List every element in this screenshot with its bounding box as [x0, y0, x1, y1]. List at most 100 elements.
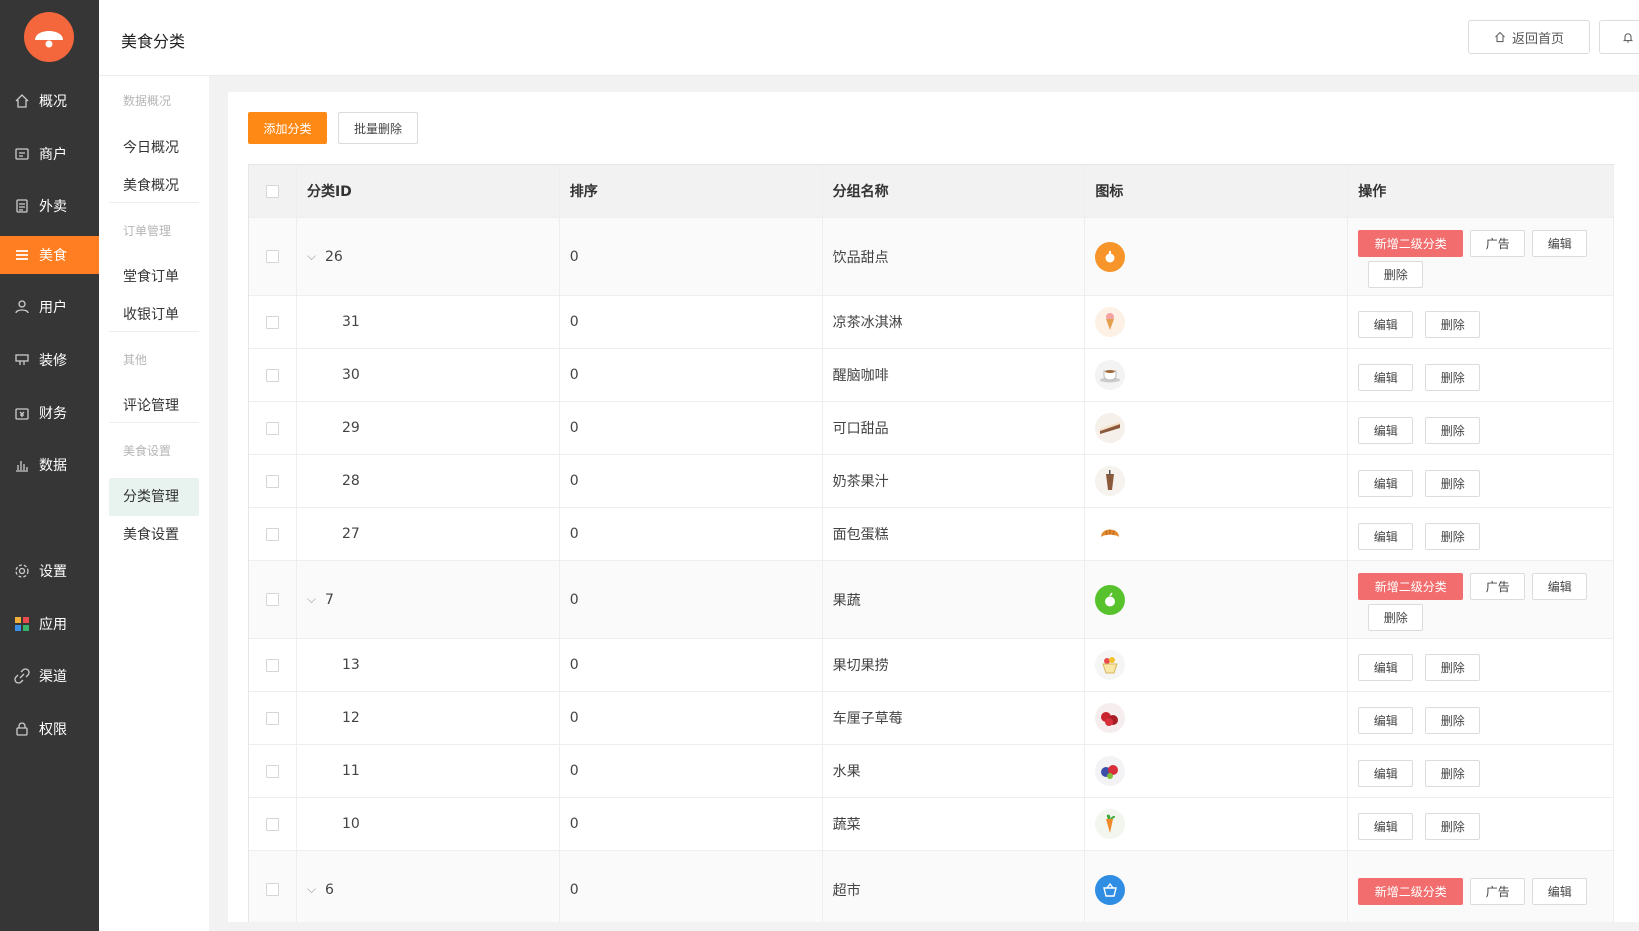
- bell-icon: [1622, 32, 1634, 43]
- secondary-sidebar: 数据概况 今日概况 美食概况 订单管理 堂食订单 收银订单 其他 评论管理 美食…: [99, 76, 209, 931]
- add-category-button[interactable]: 添加分类: [248, 112, 327, 144]
- id-cell: 13: [297, 639, 560, 691]
- chevron-down-icon[interactable]: ⌵: [307, 249, 317, 264]
- category-table: 分类ID 排序 分组名称 图标 操作 ⌵ 26 0 饮品甜点 新增二级分类 广告 …: [248, 164, 1615, 922]
- nav-item-users[interactable]: 用户: [0, 288, 99, 326]
- edit-button[interactable]: 编辑: [1358, 310, 1414, 338]
- row-checkbox[interactable]: [265, 883, 279, 896]
- subnav-item-food-overview[interactable]: 美食概况: [109, 167, 199, 205]
- edit-button[interactable]: 编辑: [1358, 759, 1414, 787]
- subnav-divider: [109, 331, 199, 332]
- brand-logo[interactable]: [24, 12, 74, 62]
- row-checkbox[interactable]: [265, 474, 279, 488]
- row-checkbox[interactable]: [265, 421, 279, 435]
- name-cell: 凉茶冰淇淋: [823, 296, 1086, 348]
- top-bar: 美食分类 返回首页: [99, 0, 1639, 76]
- edit-button[interactable]: 编辑: [1532, 878, 1588, 905]
- edit-button[interactable]: 编辑: [1532, 229, 1588, 257]
- row-checkbox[interactable]: [265, 817, 279, 831]
- subnav-item-reviews[interactable]: 评论管理: [109, 387, 199, 425]
- delete-button[interactable]: 删除: [1425, 310, 1481, 338]
- nav-item-overview[interactable]: 概况: [0, 82, 99, 120]
- main-content: 添加分类 批量删除 分类ID 排序 分组名称 图标 操作 ⌵ 26 0 饮品甜点 …: [228, 92, 1639, 922]
- nav-item-takeout[interactable]: 外卖: [0, 187, 99, 225]
- column-header: 操作: [1348, 165, 1615, 217]
- nav-item-apps[interactable]: 应用: [0, 605, 99, 643]
- edit-button[interactable]: 编辑: [1532, 572, 1588, 600]
- notification-button[interactable]: [1599, 20, 1639, 54]
- row-checkbox[interactable]: [265, 764, 279, 778]
- table-row: ⌵ 7 0 果蔬 新增二级分类 广告 编辑 删除: [249, 561, 1615, 639]
- sort-cell: 0: [560, 218, 823, 295]
- edit-button[interactable]: 编辑: [1358, 363, 1414, 391]
- nav-label: 美食: [39, 248, 67, 264]
- nav-item-channel[interactable]: 渠道: [0, 657, 99, 695]
- row-checkbox[interactable]: [265, 315, 279, 329]
- subnav-item-today[interactable]: 今日概况: [109, 129, 199, 167]
- row-checkbox[interactable]: [265, 593, 279, 606]
- row-checkbox[interactable]: [265, 368, 279, 382]
- delete-button[interactable]: 删除: [1425, 522, 1481, 550]
- row-checkbox[interactable]: [265, 250, 279, 263]
- store-icon: [15, 148, 29, 160]
- category-id: 13: [341, 657, 360, 673]
- edit-button[interactable]: 编辑: [1358, 416, 1414, 444]
- document-icon: [16, 199, 28, 213]
- ad-button[interactable]: 广告: [1470, 878, 1526, 905]
- row-checkbox[interactable]: [265, 711, 279, 725]
- edit-button[interactable]: 编辑: [1358, 812, 1414, 840]
- batch-delete-button[interactable]: 批量删除: [338, 112, 418, 144]
- row-checkbox[interactable]: [265, 527, 279, 541]
- nav-item-permission[interactable]: 权限: [0, 710, 99, 748]
- edit-button[interactable]: 编辑: [1358, 469, 1414, 497]
- primary-sidebar: 概况 商户 外卖 美食 用户 装修 财务 数据 设置 应用 渠道 权限: [0, 0, 99, 931]
- delete-button[interactable]: 删除: [1425, 469, 1481, 497]
- category-id: 28: [341, 473, 360, 489]
- add-subcategory-button[interactable]: 新增二级分类: [1358, 878, 1464, 905]
- subnav-item-category[interactable]: 分类管理: [109, 478, 199, 516]
- chevron-down-icon[interactable]: ⌵: [307, 882, 317, 897]
- subnav-item-dine-orders[interactable]: 堂食订单: [109, 258, 199, 296]
- table-row: 10 0 蔬菜 编辑 删除: [249, 798, 1615, 851]
- fruit-icon: [1095, 756, 1126, 786]
- row-checkbox[interactable]: [265, 658, 279, 672]
- delete-button[interactable]: 删除: [1425, 706, 1481, 734]
- nav-item-merchant[interactable]: 商户: [0, 135, 99, 173]
- basket-icon: [1095, 874, 1126, 905]
- table-row: 29 0 可口甜品 编辑 删除: [249, 402, 1615, 455]
- id-cell: 28: [297, 455, 560, 507]
- select-all-checkbox[interactable]: [265, 184, 279, 198]
- chevron-down-icon[interactable]: ⌵: [307, 592, 317, 607]
- nav-item-settings[interactable]: 设置: [0, 552, 99, 590]
- nav-item-decoration[interactable]: 装修: [0, 341, 99, 379]
- icon-cell: [1085, 455, 1349, 507]
- icon-cell: [1085, 745, 1349, 797]
- edit-button[interactable]: 编辑: [1358, 522, 1414, 550]
- delete-button[interactable]: 删除: [1425, 363, 1481, 391]
- category-id: 31: [341, 314, 360, 330]
- home-button[interactable]: 返回首页: [1468, 20, 1590, 54]
- ad-button[interactable]: 广告: [1470, 572, 1526, 600]
- delete-button[interactable]: 删除: [1425, 812, 1481, 840]
- nav-item-food[interactable]: 美食: [0, 236, 99, 274]
- icon-cell: [1085, 798, 1349, 850]
- delete-button[interactable]: 删除: [1425, 653, 1481, 681]
- ad-button[interactable]: 广告: [1470, 229, 1526, 257]
- edit-button[interactable]: 编辑: [1358, 653, 1414, 681]
- add-subcategory-button[interactable]: 新增二级分类: [1358, 572, 1464, 600]
- subnav-item-food-settings[interactable]: 美食设置: [109, 516, 199, 554]
- nav-item-finance[interactable]: 财务: [0, 394, 99, 432]
- lock-icon: [16, 722, 28, 736]
- delete-button[interactable]: 删除: [1368, 603, 1424, 631]
- id-cell: 11: [297, 745, 560, 797]
- dessert-icon: [1095, 241, 1126, 272]
- subnav-item-cashier-orders[interactable]: 收银订单: [109, 296, 199, 334]
- delete-button[interactable]: 删除: [1425, 759, 1481, 787]
- edit-button[interactable]: 编辑: [1358, 706, 1414, 734]
- delete-button[interactable]: 删除: [1425, 416, 1481, 444]
- add-subcategory-button[interactable]: 新增二级分类: [1358, 229, 1464, 257]
- actions-cell: 新增二级分类 广告 编辑 删除: [1348, 218, 1615, 295]
- nav-item-data[interactable]: 数据: [0, 446, 99, 484]
- row-select-cell: [249, 851, 297, 922]
- delete-button[interactable]: 删除: [1368, 260, 1424, 288]
